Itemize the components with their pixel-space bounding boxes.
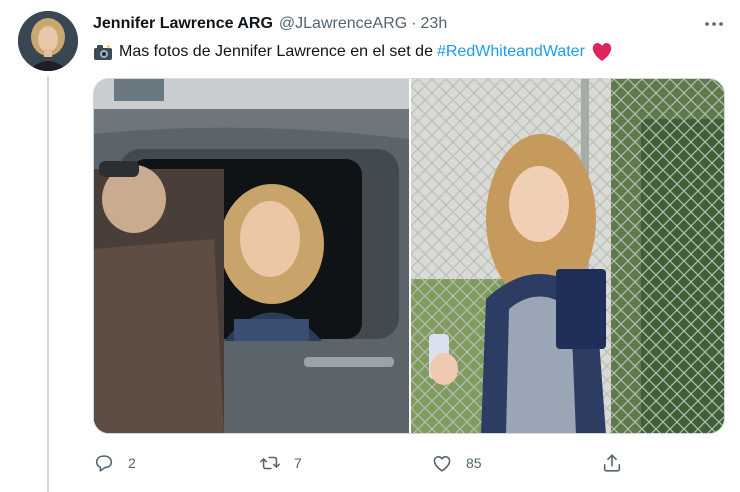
retweet-count: 7 [294, 455, 302, 471]
share-button[interactable] [601, 444, 623, 482]
reply-button[interactable]: 2 [93, 444, 136, 482]
more-options-icon[interactable] [701, 13, 727, 35]
red-heart-icon [591, 42, 613, 62]
heart-icon [433, 455, 451, 472]
like-button[interactable]: 85 [431, 444, 482, 482]
tweet-header: Jennifer Lawrence ARG @JLawrenceARG · 23… [93, 13, 447, 35]
tweet-text: Mas fotos de Jennifer Lawrence en el set… [93, 41, 613, 63]
tweet-body-text: Mas fotos de Jennifer Lawrence en el set… [119, 43, 433, 60]
thread-connector-line [47, 76, 49, 492]
separator-dot: · [411, 15, 417, 32]
hashtag-link[interactable]: #RedWhiteandWater [437, 43, 585, 61]
media-grid [93, 78, 725, 434]
tweet-actions: 2 7 85 [93, 444, 633, 482]
photo-chainlink-fence[interactable] [411, 79, 724, 433]
camera-with-flash-icon [93, 43, 113, 61]
retweet-button[interactable]: 7 [259, 444, 302, 482]
author-handle[interactable]: @JLawrenceARG [279, 15, 407, 33]
like-count: 85 [466, 455, 482, 471]
photo-truck-window[interactable] [94, 79, 409, 433]
author-display-name[interactable]: Jennifer Lawrence ARG [93, 15, 273, 33]
reply-count: 2 [128, 455, 136, 471]
reply-icon [95, 455, 113, 472]
share-icon [603, 454, 621, 472]
avatar[interactable] [18, 11, 78, 71]
timestamp[interactable]: 23h [421, 15, 448, 33]
retweet-icon [260, 456, 280, 470]
